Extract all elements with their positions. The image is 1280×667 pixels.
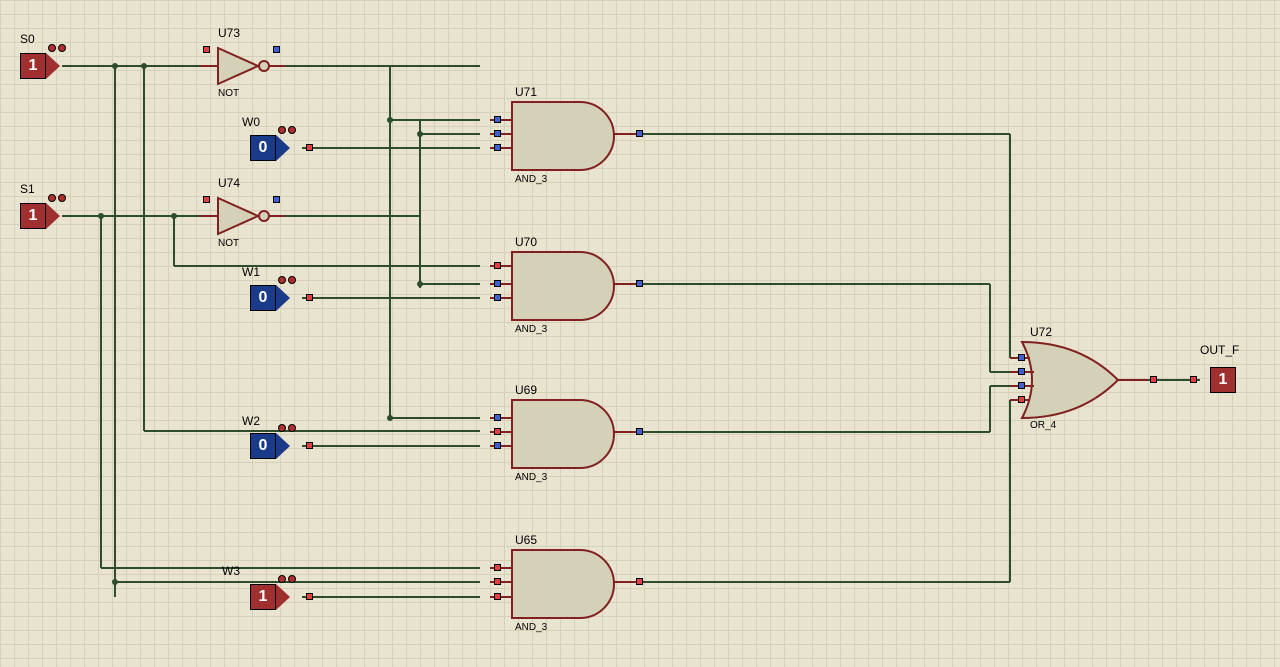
- signal-dot: [1018, 354, 1025, 361]
- logic-state-w3[interactable]: 1: [250, 584, 294, 610]
- gate-type-u69: AND_3: [515, 472, 547, 483]
- and-gate-u69: [490, 400, 640, 468]
- signal-dot: [494, 442, 501, 449]
- signal-dot: [494, 414, 501, 421]
- logic-state-w0[interactable]: 0: [250, 135, 294, 161]
- logic-state-tip-icon: [46, 203, 60, 229]
- signal-dot: [494, 564, 501, 571]
- signal-dot: [636, 280, 643, 287]
- gate-type-u74: NOT: [218, 238, 239, 249]
- logic-state-value: 0: [250, 285, 276, 311]
- input-label-w2: W2: [242, 414, 260, 428]
- logic-state-value: 0: [250, 433, 276, 459]
- gate-type-u73: NOT: [218, 88, 239, 99]
- gate-type-u65: AND_3: [515, 622, 547, 633]
- signal-dot: [273, 46, 280, 53]
- logic-state-tip-icon: [276, 433, 290, 459]
- input-label-s0: S0: [20, 32, 35, 46]
- input-label-w3: W3: [222, 564, 240, 578]
- logic-state-value: 0: [250, 135, 276, 161]
- signal-dot: [273, 196, 280, 203]
- logic-state-value: 1: [20, 203, 46, 229]
- signal-dot: [494, 428, 501, 435]
- input-label-s1: S1: [20, 182, 35, 196]
- signal-dot: [306, 294, 313, 301]
- gate-ref-u65: U65: [515, 533, 537, 547]
- signal-dot: [494, 130, 501, 137]
- and-gate-u65: [490, 550, 640, 618]
- gate-type-u72: OR_4: [1030, 420, 1056, 431]
- gate-type-u71: AND_3: [515, 174, 547, 185]
- logic-state-tip-icon: [276, 285, 290, 311]
- logic-state-value: 1: [250, 584, 276, 610]
- signal-dot: [636, 428, 643, 435]
- signal-dot: [306, 442, 313, 449]
- or-gate-u72: [1010, 342, 1148, 418]
- signal-dot: [1018, 396, 1025, 403]
- wire-layer: [0, 0, 1280, 667]
- gate-type-u70: AND_3: [515, 324, 547, 335]
- gate-ref-u71: U71: [515, 85, 537, 99]
- signal-dot: [306, 144, 313, 151]
- signal-dot: [494, 262, 501, 269]
- gate-ref-u73: U73: [218, 26, 240, 40]
- signal-dot: [494, 144, 501, 151]
- logic-state-tip-icon: [276, 135, 290, 161]
- logic-state-w1[interactable]: 0: [250, 285, 294, 311]
- signal-dot: [1018, 368, 1025, 375]
- output-label: OUT_F: [1200, 343, 1239, 357]
- gate-ref-u74: U74: [218, 176, 240, 190]
- signal-dot: [636, 130, 643, 137]
- logic-state-tip-icon: [46, 53, 60, 79]
- gate-ref-u72: U72: [1030, 325, 1052, 339]
- signal-dot: [1190, 376, 1197, 383]
- gate-ref-u70: U70: [515, 235, 537, 249]
- signal-dot: [203, 46, 210, 53]
- logic-state-value: 1: [1210, 367, 1236, 393]
- signal-dot: [306, 593, 313, 600]
- gate-ref-u69: U69: [515, 383, 537, 397]
- signal-dot: [494, 294, 501, 301]
- not-gate-u74: [200, 198, 285, 234]
- input-label-w1: W1: [242, 265, 260, 279]
- logic-state-value: 1: [20, 53, 46, 79]
- signal-dot: [1018, 382, 1025, 389]
- logic-state-s0[interactable]: 1: [20, 53, 64, 79]
- signal-dot: [494, 593, 501, 600]
- and-gate-u71: [490, 102, 640, 170]
- logic-state-s1[interactable]: 1: [20, 203, 64, 229]
- not-gate-u73: [200, 48, 285, 84]
- signal-dot: [494, 578, 501, 585]
- signal-dot: [636, 578, 643, 585]
- signal-dot: [1150, 376, 1157, 383]
- input-label-w0: W0: [242, 115, 260, 129]
- signal-dot: [494, 116, 501, 123]
- and-gate-u70: [490, 252, 640, 320]
- signal-dot: [494, 280, 501, 287]
- logic-probe-out[interactable]: 1: [1210, 367, 1254, 393]
- signal-dot: [203, 196, 210, 203]
- logic-state-tip-icon: [276, 584, 290, 610]
- logic-state-w2[interactable]: 0: [250, 433, 294, 459]
